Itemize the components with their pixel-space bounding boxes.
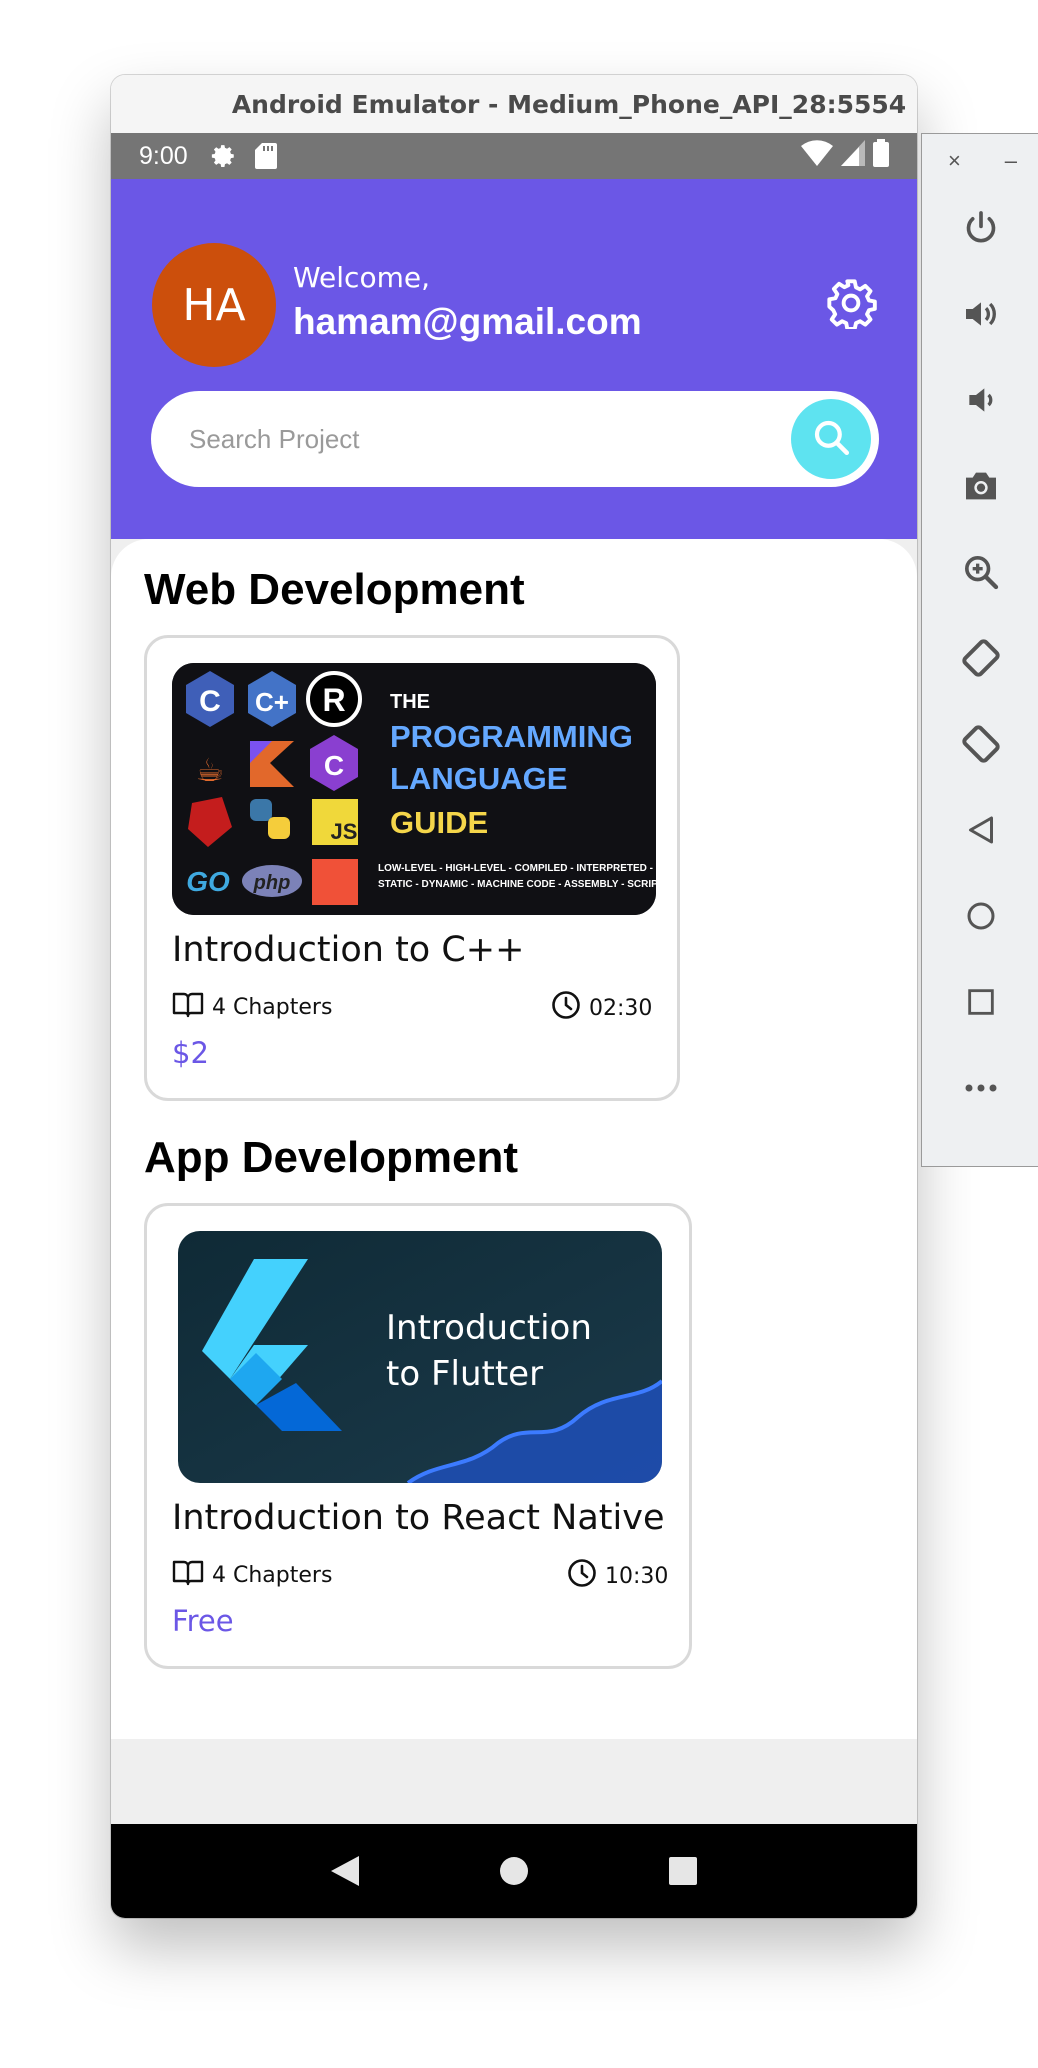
emulator-side-panel: × – bbox=[921, 133, 1038, 1167]
app-header: HA Welcome, hamam@gmail.com bbox=[111, 179, 917, 539]
book-icon bbox=[172, 1558, 212, 1592]
power-icon[interactable] bbox=[958, 205, 1004, 251]
zoom-icon[interactable] bbox=[958, 549, 1004, 595]
panel-close-button[interactable]: × bbox=[948, 148, 961, 174]
course-thumbnail-flutter: Introduction to Flutter bbox=[178, 1231, 662, 1483]
nav-home-button[interactable] bbox=[494, 1851, 534, 1891]
rotate-right-icon[interactable] bbox=[958, 721, 1004, 767]
side-panel-header: × – bbox=[922, 134, 1038, 174]
section-title-web: Web Development bbox=[144, 565, 525, 614]
duration-value: 02:30 bbox=[589, 995, 653, 1021]
user-email: hamam@gmail.com bbox=[293, 301, 642, 342]
status-time: 9:00 bbox=[139, 141, 188, 170]
clock-icon bbox=[567, 1558, 605, 1594]
thumb-line-2: to Flutter bbox=[386, 1354, 543, 1394]
svg-text:GO: GO bbox=[186, 866, 230, 897]
sd-card-icon bbox=[252, 142, 280, 170]
search-button[interactable] bbox=[791, 399, 871, 479]
svg-text:C: C bbox=[199, 685, 221, 718]
cell-signal-icon bbox=[841, 139, 865, 173]
course-price: Free bbox=[172, 1604, 234, 1638]
volume-up-icon[interactable] bbox=[958, 291, 1004, 337]
course-card-cpp[interactable]: C C+ R ☕ C JS GO php THE PROGRAMMING LAN… bbox=[144, 635, 680, 1101]
status-bar: 9:00 bbox=[111, 133, 917, 179]
nav-back-button[interactable] bbox=[325, 1851, 365, 1891]
rotate-left-icon[interactable] bbox=[958, 635, 1004, 681]
overview-icon[interactable] bbox=[958, 979, 1004, 1025]
course-title: Introduction to React Native bbox=[172, 1498, 665, 1538]
battery-icon bbox=[873, 138, 889, 174]
thumb-footer-2: STATIC - DYNAMIC - MACHINE CODE - ASSEMB… bbox=[378, 879, 656, 890]
course-thumbnail-cpp: C C+ R ☕ C JS GO php THE PROGRAMMING LAN… bbox=[172, 663, 656, 915]
clock-icon bbox=[551, 990, 589, 1026]
settings-status-icon bbox=[210, 142, 238, 170]
thumb-line-3: LANGUAGE bbox=[390, 761, 567, 796]
chapters-info: 4 Chapters bbox=[172, 990, 332, 1024]
duration-info: 10:30 bbox=[567, 1558, 668, 1594]
course-price: $2 bbox=[172, 1036, 209, 1070]
nav-recents-button[interactable] bbox=[663, 1851, 703, 1891]
thumb-footer-1: LOW-LEVEL - HIGH-LEVEL - COMPILED - INTE… bbox=[378, 863, 656, 874]
search-input[interactable] bbox=[189, 423, 791, 455]
panel-minimize-button[interactable]: – bbox=[1005, 148, 1017, 174]
svg-text:☕: ☕ bbox=[196, 751, 225, 789]
back-icon[interactable] bbox=[958, 807, 1004, 853]
search-bar bbox=[151, 391, 879, 487]
emulator-title: Android Emulator - Medium_Phone_API_28:5… bbox=[111, 75, 917, 133]
svg-text:JS: JS bbox=[331, 819, 358, 844]
android-nav-bar bbox=[111, 1824, 917, 1918]
book-icon bbox=[172, 990, 212, 1024]
welcome-text: Welcome, bbox=[293, 261, 430, 294]
svg-text:php: php bbox=[253, 872, 291, 894]
svg-text:C+: C+ bbox=[255, 687, 289, 717]
emulator-window: Android Emulator - Medium_Phone_API_28:5… bbox=[111, 75, 917, 1918]
course-content: Web Development C C+ R ☕ C JS GO php THE… bbox=[111, 539, 917, 1739]
duration-value: 10:30 bbox=[605, 1563, 669, 1589]
thumb-line-1: THE bbox=[390, 691, 430, 713]
svg-text:C: C bbox=[324, 750, 344, 781]
search-icon bbox=[810, 416, 852, 463]
duration-info: 02:30 bbox=[551, 990, 652, 1026]
wifi-icon bbox=[801, 139, 833, 173]
avatar[interactable]: HA bbox=[152, 243, 276, 367]
camera-icon[interactable] bbox=[958, 463, 1004, 509]
home-icon[interactable] bbox=[958, 893, 1004, 939]
course-card-react-native[interactable]: Introduction to Flutter Introduction to … bbox=[144, 1203, 692, 1669]
chapters-info: 4 Chapters bbox=[172, 1558, 332, 1592]
svg-text:R: R bbox=[322, 682, 345, 718]
section-title-app: App Development bbox=[144, 1133, 519, 1182]
chapters-count: 4 Chapters bbox=[212, 994, 333, 1020]
volume-down-icon[interactable] bbox=[958, 377, 1004, 423]
course-title: Introduction to C++ bbox=[172, 930, 525, 970]
thumb-line-2: PROGRAMMING bbox=[390, 719, 633, 754]
thumb-line-1: Introduction bbox=[386, 1308, 592, 1348]
chapters-count: 4 Chapters bbox=[212, 1562, 333, 1588]
phone-screen: 9:00 HA Welcome, hamam@gmail.com Search … bbox=[111, 133, 917, 1918]
gear-icon[interactable] bbox=[825, 277, 877, 331]
more-icon[interactable] bbox=[958, 1065, 1004, 1111]
thumb-line-4: GUIDE bbox=[390, 805, 488, 840]
